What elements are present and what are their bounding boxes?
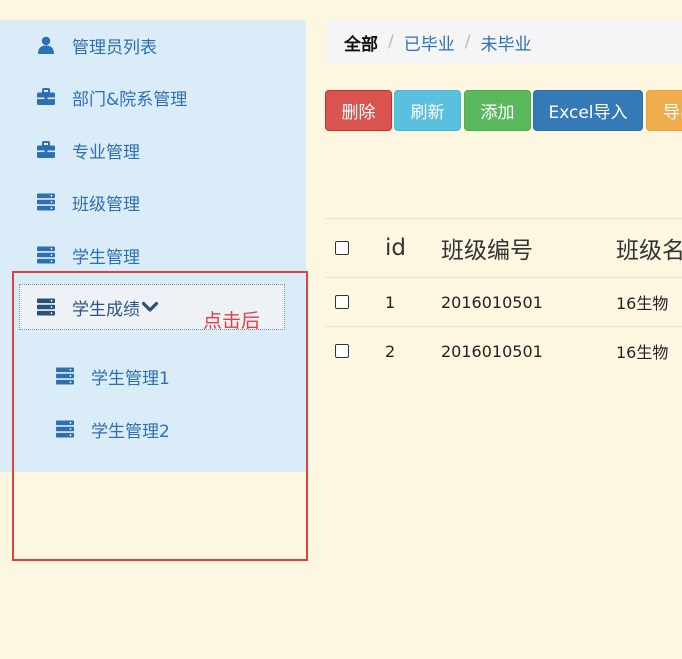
row-checkbox[interactable]	[335, 295, 349, 309]
sidebar-item-label: 学生成绩	[72, 299, 140, 320]
sidebar-item-student[interactable]: 学生管理	[36, 242, 140, 268]
user-icon	[36, 36, 56, 54]
breadcrumb: 全部 / 已毕业 / 未毕业	[326, 20, 682, 64]
sidebar-item-major[interactable]: 专业管理	[36, 137, 140, 163]
table-row: 1 2016010501 16生物	[325, 277, 682, 326]
server-icon	[36, 193, 56, 211]
breadcrumb-separator: /	[388, 32, 394, 52]
sidebar-subitem-student-2[interactable]: 学生管理2	[55, 416, 170, 442]
sidebar-subitem-label: 学生管理1	[91, 368, 170, 389]
delete-button[interactable]: 删除	[325, 90, 392, 131]
header-checkbox-cell	[335, 219, 349, 277]
table-cell-class-code: 2016010501	[441, 292, 543, 312]
table-cell-class-code: 2016010501	[441, 341, 543, 361]
row-checkbox-cell	[335, 278, 349, 326]
add-button[interactable]: 添加	[464, 90, 531, 131]
class-table: id 班级编号 班级名称 1 2016010501 16生物 2 2016010…	[325, 218, 682, 375]
sidebar-item-label: 学生管理	[72, 247, 140, 268]
breadcrumb-current: 全部	[344, 34, 378, 55]
sidebar-item-label: 部门&院系管理	[72, 89, 188, 110]
table-header-id: id	[385, 235, 406, 261]
server-icon	[55, 367, 75, 385]
table-header-class-name: 班级名称	[616, 238, 682, 264]
refresh-button[interactable]: 刷新	[394, 90, 461, 131]
breadcrumb-separator: /	[464, 32, 471, 52]
chevron-down-icon	[142, 301, 158, 312]
sidebar-item-department[interactable]: 部门&院系管理	[36, 84, 187, 110]
sidebar-item-label: 班级管理	[72, 194, 140, 215]
table-header-class-code: 班级编号	[441, 238, 533, 264]
select-all-checkbox[interactable]	[335, 241, 349, 255]
sidebar-item-label: 管理员列表	[72, 37, 157, 58]
server-icon	[55, 420, 75, 438]
table-cell-class-name: 16生物	[616, 343, 669, 362]
sidebar-item-label: 专业管理	[72, 142, 140, 163]
sidebar-subitem-label: 学生管理2	[91, 421, 170, 442]
sidebar-subitem-student-1[interactable]: 学生管理1	[55, 363, 170, 389]
sidebar-item-class[interactable]: 班级管理	[36, 189, 140, 215]
table-cell-id: 2	[385, 341, 396, 361]
row-checkbox[interactable]	[335, 344, 349, 358]
breadcrumb-link-graduated[interactable]: 已毕业	[404, 30, 455, 55]
table-cell-class-name: 16生物	[616, 294, 669, 313]
briefcase-icon	[36, 88, 56, 106]
row-checkbox-cell	[335, 327, 349, 375]
breadcrumb-link-not-graduated[interactable]: 未毕业	[480, 30, 531, 55]
sidebar-item-admin-list[interactable]: 管理员列表	[36, 32, 157, 58]
table-cell-id: 1	[385, 292, 396, 312]
table-row: 2 2016010501 16生物	[325, 326, 682, 375]
export-button[interactable]: 导出	[646, 90, 682, 131]
annotation-label: 点击后	[203, 310, 261, 332]
server-icon	[36, 246, 56, 264]
excel-import-button[interactable]: Excel导入	[533, 90, 643, 131]
table-header-row: id 班级编号 班级名称	[325, 218, 682, 277]
server-icon	[36, 298, 56, 316]
briefcase-icon	[36, 141, 56, 159]
